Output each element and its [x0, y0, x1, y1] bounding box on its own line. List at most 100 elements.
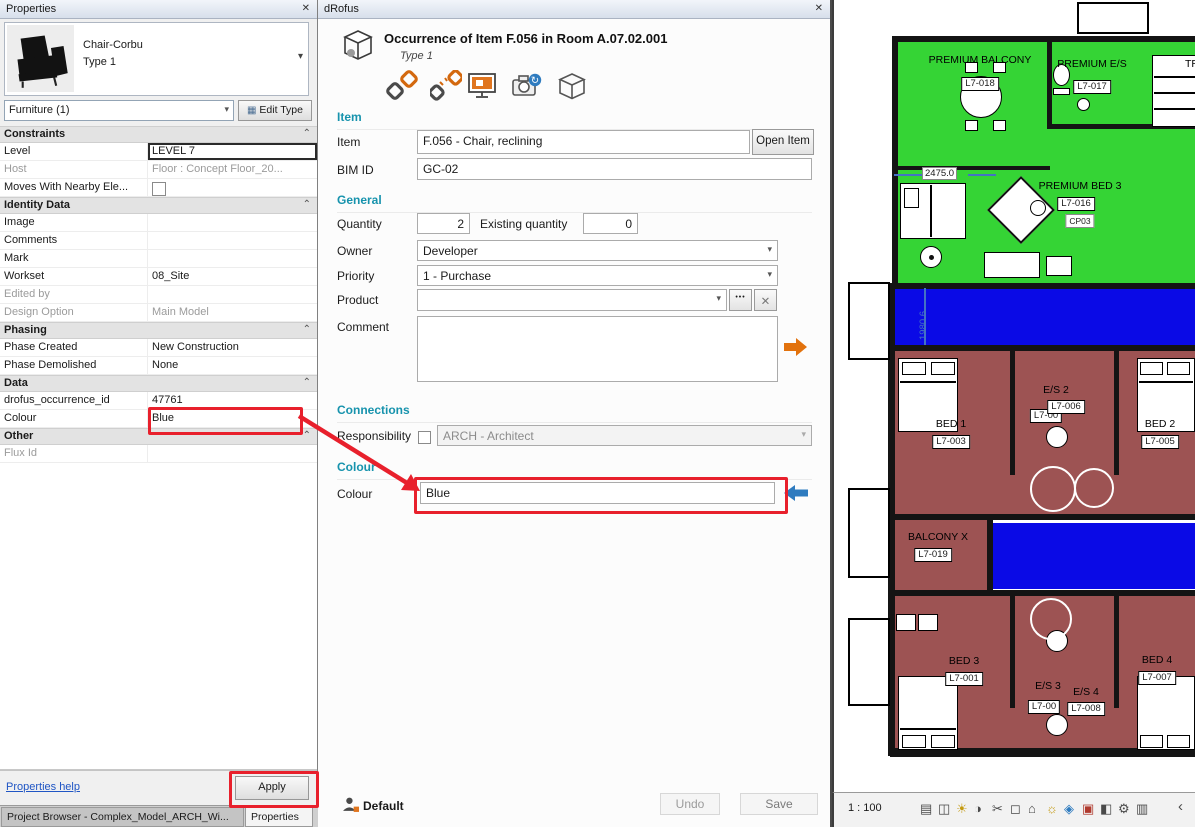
close-icon[interactable]: ✕: [815, 3, 823, 14]
crop-region-icon[interactable]: ◻: [1010, 801, 1021, 816]
link-icon[interactable]: [386, 70, 418, 102]
box-icon[interactable]: [556, 70, 588, 102]
room-tag-bed2[interactable]: L7-005: [1141, 435, 1179, 449]
owner-dropdown[interactable]: Developer ▾: [417, 240, 778, 261]
dimension-value[interactable]: 2475.0: [922, 167, 957, 180]
save-button[interactable]: Save: [740, 793, 818, 815]
section-title: Colour: [337, 460, 376, 474]
chevron-down-icon[interactable]: ▾: [224, 104, 229, 115]
room-tag-bed4[interactable]: L7-007: [1138, 671, 1176, 685]
section-phasing[interactable]: Phasing ⌃: [0, 322, 317, 339]
pillow: [1167, 362, 1190, 375]
crop-view-icon[interactable]: ✂: [992, 801, 1003, 816]
prop-value-host: Floor : Concept Floor_20...: [148, 161, 317, 178]
room-tag-es3-partial[interactable]: L7-00: [1028, 700, 1060, 714]
collapse-chevron-icon[interactable]: ⌃: [303, 324, 311, 335]
undo-button[interactable]: Undo: [660, 793, 720, 815]
prop-value-phase-demolished[interactable]: None: [148, 357, 317, 374]
edit-type-button[interactable]: ▦ Edit Type: [238, 100, 312, 121]
room-tag-balcony-x[interactable]: L7-019: [914, 548, 952, 562]
pull-from-revit-arrow-icon[interactable]: [784, 485, 808, 501]
prop-value-image[interactable]: [148, 214, 317, 231]
default-profile-label[interactable]: Default: [363, 799, 404, 813]
category-combobox[interactable]: Furniture (1) ▾: [4, 100, 234, 121]
priority-dropdown[interactable]: 1 - Purchase ▾: [417, 265, 778, 286]
tab-project-browser[interactable]: Project Browser - Complex_Model_ARCH_Wi.…: [1, 807, 244, 827]
item-field[interactable]: F.056 - Chair, reclining: [417, 130, 750, 154]
room-tag-bed1[interactable]: L7-003: [932, 435, 970, 449]
pillow: [931, 362, 955, 375]
prop-value-colour[interactable]: Blue: [148, 410, 317, 427]
tab-properties[interactable]: Properties: [245, 807, 313, 827]
worksharing-display-icon[interactable]: ◈: [1064, 801, 1074, 816]
prop-value-comments[interactable]: [148, 232, 317, 249]
quantity-field[interactable]: 2: [417, 213, 470, 234]
apply-button[interactable]: Apply: [235, 776, 309, 800]
collapse-chevron-icon[interactable]: ⌃: [303, 430, 311, 441]
prop-value-level[interactable]: LEVEL 7: [148, 143, 317, 160]
section-other[interactable]: Other ⌃: [0, 428, 317, 445]
collapse-chevron-icon[interactable]: ⌃: [303, 199, 311, 210]
collapse-bar-icon[interactable]: ‹: [1178, 799, 1183, 814]
prop-row-edited-by: Edited by: [0, 286, 317, 304]
room-label-balcony-x: BALCONY X: [908, 531, 968, 543]
room-tag-es4[interactable]: L7-008: [1067, 702, 1105, 716]
collapse-chevron-icon[interactable]: ⌃: [303, 128, 311, 139]
pillow: [902, 735, 926, 748]
properties-toggle-icon[interactable]: ▥: [1136, 801, 1148, 816]
bim-id-field[interactable]: GC-02: [417, 158, 812, 180]
product-browse-button[interactable]: •••: [729, 289, 752, 311]
temporary-view-icon[interactable]: ▣: [1082, 801, 1094, 816]
bottom-tabs: Project Browser - Complex_Model_ARCH_Wi.…: [0, 805, 318, 827]
equipment-tag-cp03[interactable]: CP03: [1065, 214, 1094, 228]
responsibility-checkbox[interactable]: [418, 431, 431, 444]
analytical-model-icon[interactable]: ◧: [1100, 801, 1112, 816]
view-scale[interactable]: 1 : 100: [848, 802, 882, 814]
sun-path-icon[interactable]: ☀: [956, 801, 968, 816]
chair-image: [7, 25, 74, 92]
product-dropdown[interactable]: ▾: [417, 289, 727, 311]
moves-checkbox[interactable]: [152, 182, 166, 196]
section-connections: Connections: [337, 401, 812, 423]
product-clear-button[interactable]: ✕: [754, 289, 777, 311]
prop-value-occurrence-id[interactable]: 47761: [148, 392, 317, 409]
shadows-icon[interactable]: ◑: [974, 801, 982, 816]
type-name: Type 1: [83, 56, 116, 68]
prop-value-mark[interactable]: [148, 250, 317, 267]
room-tag-premium-balcony[interactable]: L7-018: [961, 77, 999, 91]
colour-field[interactable]: Blue: [420, 482, 775, 504]
open-item-button[interactable]: Open Item: [752, 129, 814, 155]
reveal-hidden-icon[interactable]: ☼: [1046, 801, 1058, 816]
section-data[interactable]: Data ⌃: [0, 375, 317, 392]
comment-textarea[interactable]: [417, 316, 778, 382]
room-tag-premium-bed3[interactable]: L7-016: [1057, 197, 1095, 211]
room-tag-bed3[interactable]: L7-001: [945, 672, 983, 686]
camera-sync-icon[interactable]: ↻: [510, 70, 542, 102]
section-constraints[interactable]: Constraints ⌃: [0, 126, 317, 143]
section-identity-data[interactable]: Identity Data ⌃: [0, 197, 317, 214]
type-dropdown-icon[interactable]: ▾: [298, 51, 303, 62]
constraints-icon[interactable]: ⚙: [1118, 801, 1130, 816]
room-tag-es2[interactable]: L7-006: [1047, 400, 1085, 414]
room-tag-premium-es[interactable]: L7-017: [1073, 80, 1111, 94]
collapse-chevron-icon[interactable]: ⌃: [303, 377, 311, 388]
prop-value-phase-created[interactable]: New Construction: [148, 339, 317, 356]
drofus-titlebar[interactable]: dRofus ✕: [318, 0, 830, 19]
existing-quantity-field[interactable]: 0: [583, 213, 638, 234]
lock-view-icon[interactable]: ⌂: [1028, 801, 1036, 816]
show-on-screen-icon[interactable]: [466, 70, 498, 102]
type-selector[interactable]: Chair-Corbu Type 1 ▾: [4, 22, 309, 96]
dimension-value-vertical[interactable]: 1980.6: [918, 311, 929, 340]
prop-value-workset[interactable]: 08_Site: [148, 268, 317, 285]
lamp-dot: [929, 255, 934, 260]
floor-plan-view[interactable]: 2475.0 1980.6 PREMIUM BALCONY L7-018 PRE…: [832, 0, 1195, 792]
properties-titlebar[interactable]: Properties ✕: [0, 0, 317, 19]
unlink-icon[interactable]: [430, 70, 462, 102]
stair-line: [1154, 108, 1195, 110]
detail-level-icon[interactable]: ▤: [920, 801, 932, 816]
visual-style-icon[interactable]: ◫: [938, 801, 950, 816]
responsibility-dropdown[interactable]: ARCH - Architect ▾: [437, 425, 812, 446]
close-icon[interactable]: ✕: [302, 3, 310, 14]
push-to-revit-arrow-icon[interactable]: [784, 338, 808, 356]
properties-help-link[interactable]: Properties help: [6, 781, 80, 793]
